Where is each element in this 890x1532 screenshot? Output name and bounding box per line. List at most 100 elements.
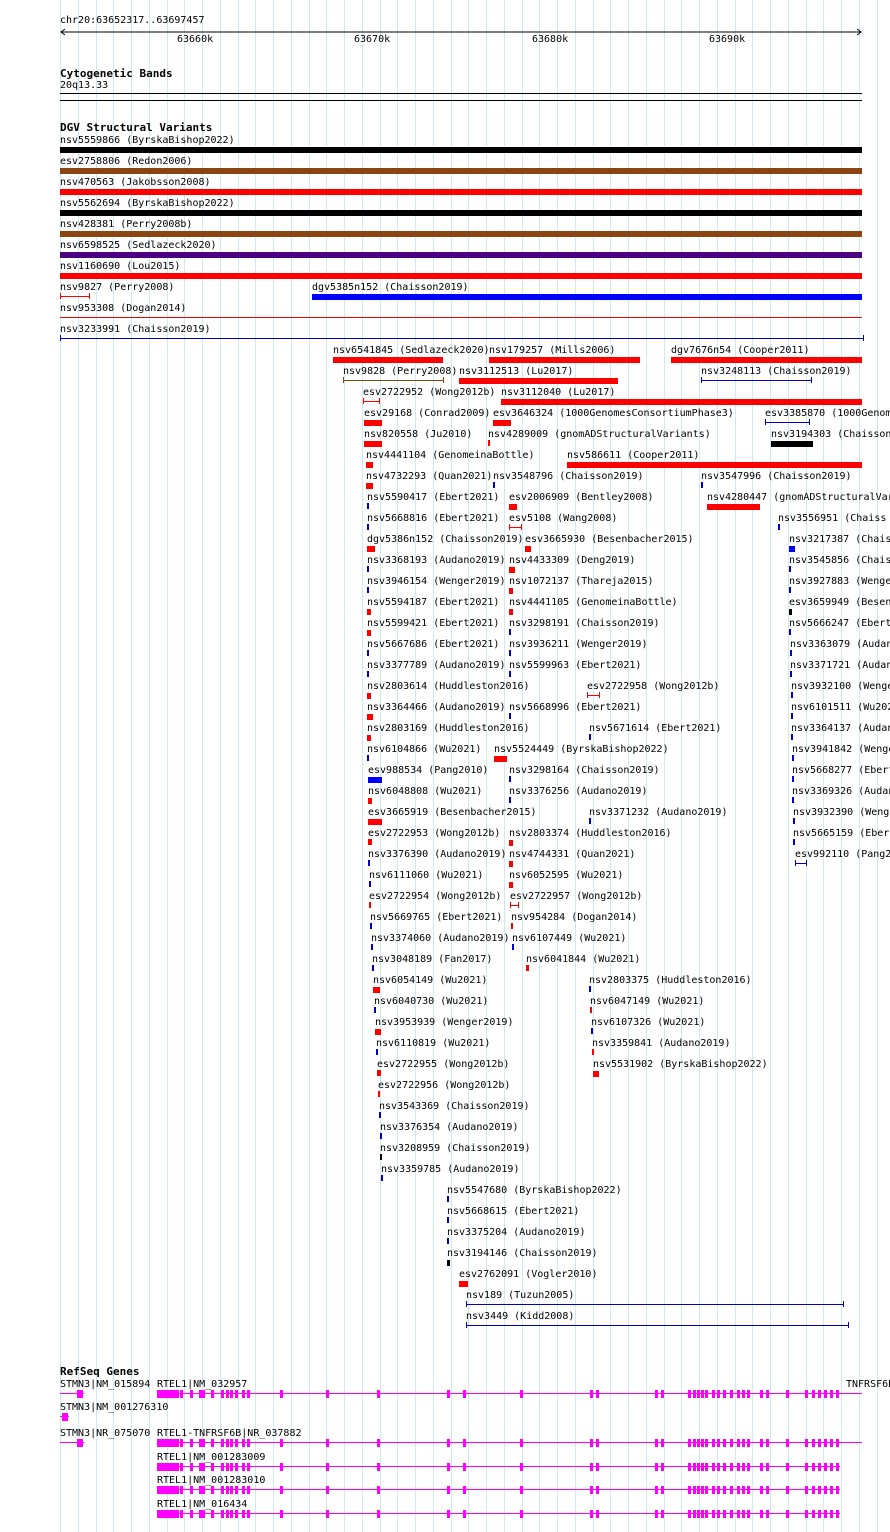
sv-feature[interactable] xyxy=(590,1007,592,1013)
sv-label[interactable]: nsv4289009 (gnomADStructuralVariants) xyxy=(488,429,711,440)
sv-label[interactable]: nsv3375204 (Audano2019) xyxy=(447,1227,585,1238)
sv-label[interactable]: nsv3545856 (Chais xyxy=(789,555,890,566)
sv-label[interactable]: nsv9827 (Perry2008) xyxy=(60,282,174,293)
sv-label[interactable]: nsv3248113 (Chaisson2019) xyxy=(701,366,852,377)
sv-label[interactable]: esv2722955 (Wong2012b) xyxy=(377,1059,509,1070)
sv-feature[interactable] xyxy=(489,357,640,363)
sv-feature[interactable] xyxy=(589,734,591,740)
sv-feature[interactable] xyxy=(510,902,519,908)
gene-label[interactable]: RTEL1|NM_016434 xyxy=(157,1499,247,1510)
sv-feature[interactable] xyxy=(368,819,382,825)
sv-label[interactable]: nsv5594187 (Ebert2021) xyxy=(367,597,499,608)
sv-feature[interactable] xyxy=(371,944,373,950)
sv-feature[interactable] xyxy=(60,231,862,237)
sv-feature[interactable] xyxy=(509,882,513,888)
sv-feature[interactable] xyxy=(367,630,371,636)
gene-label[interactable]: RTEL1|NM_001283010 xyxy=(157,1475,265,1486)
sv-feature[interactable] xyxy=(367,755,369,761)
sv-label[interactable]: nsv6040730 (Wu2021) xyxy=(374,996,488,1007)
sv-feature[interactable] xyxy=(587,692,600,698)
sv-label[interactable]: nsv6052595 (Wu2021) xyxy=(509,870,623,881)
track-title-dgv[interactable]: DGV Structural Variants xyxy=(60,122,212,134)
sv-label[interactable]: esv992110 (Pang2 xyxy=(795,849,890,860)
sv-feature[interactable] xyxy=(509,629,511,635)
sv-feature[interactable] xyxy=(795,860,807,866)
sv-label[interactable]: esv2722952 (Wong2012b) xyxy=(363,387,495,398)
sv-label[interactable]: nsv2803169 (Huddleston2016) xyxy=(367,723,530,734)
sv-label[interactable]: nsv6048808 (Wu2021) xyxy=(368,786,482,797)
sv-label[interactable]: nsv5524449 (ByrskaBishop2022) xyxy=(494,744,669,755)
sv-feature[interactable] xyxy=(459,378,618,384)
sv-feature[interactable] xyxy=(367,671,369,677)
sv-label[interactable]: nsv5599421 (Ebert2021) xyxy=(367,618,499,629)
sv-feature[interactable] xyxy=(60,252,862,258)
sv-label[interactable]: nsv6041844 (Wu2021) xyxy=(526,954,640,965)
sv-feature[interactable] xyxy=(312,294,862,300)
sv-label[interactable]: nsv179257 (Mills2006) xyxy=(489,345,615,356)
sv-feature[interactable] xyxy=(373,987,380,993)
sv-label[interactable]: nsv3298164 (Chaisson2019) xyxy=(509,765,660,776)
sv-label[interactable]: nsv3932390 (Wenge xyxy=(793,807,890,818)
sv-feature[interactable] xyxy=(366,483,373,489)
sv-label[interactable]: nsv6107449 (Wu2021) xyxy=(512,933,626,944)
sv-feature[interactable] xyxy=(374,1007,376,1013)
sv-label[interactable]: esv29168 (Conrad2009) xyxy=(364,408,490,419)
sv-feature[interactable] xyxy=(369,881,371,887)
genome-browser-viewport[interactable]: chr20:63652317..63697457 63660k 63670k 6… xyxy=(0,0,890,1532)
sv-feature[interactable] xyxy=(509,567,515,573)
sv-feature[interactable] xyxy=(367,503,369,509)
sv-feature[interactable] xyxy=(792,797,794,803)
sv-label[interactable]: nsv6047149 (Wu2021) xyxy=(590,996,704,1007)
sv-label[interactable]: nsv3371232 (Audano2019) xyxy=(589,807,727,818)
sv-label[interactable]: esv5108 (Wang2008) xyxy=(509,513,617,524)
sv-label[interactable]: nsv6598525 (Sedlazeck2020) xyxy=(60,240,217,251)
sv-feature[interactable] xyxy=(791,713,793,719)
sv-label[interactable]: nsv5547680 (ByrskaBishop2022) xyxy=(447,1185,622,1196)
sv-feature[interactable] xyxy=(525,546,531,552)
sv-label[interactable]: nsv5559866 (ByrskaBishop2022) xyxy=(60,135,235,146)
sv-label[interactable]: esv3665919 (Besenbacher2015) xyxy=(368,807,537,818)
sv-feature[interactable] xyxy=(494,756,507,762)
sv-label[interactable]: nsv3376390 (Audano2019) xyxy=(368,849,506,860)
sv-feature[interactable] xyxy=(60,273,862,279)
sv-feature[interactable] xyxy=(380,1154,382,1160)
sv-feature[interactable] xyxy=(509,861,513,867)
sv-label[interactable]: nsv5667686 (Ebert2021) xyxy=(367,639,499,650)
sv-label[interactable]: nsv428381 (Perry2008b) xyxy=(60,219,192,230)
sv-feature[interactable] xyxy=(447,1260,450,1266)
sv-feature[interactable] xyxy=(707,504,760,510)
sv-label[interactable]: nsv3217387 (Chais xyxy=(789,534,890,545)
sv-feature[interactable] xyxy=(509,524,522,530)
gene-label[interactable]: RTEL1-TNFRSF6B|NR_037882 xyxy=(157,1428,302,1439)
sv-label[interactable]: nsv189 (Tuzun2005) xyxy=(466,1290,574,1301)
sv-feature[interactable] xyxy=(789,566,791,572)
sv-feature[interactable] xyxy=(509,776,511,782)
sv-label[interactable]: nsv3932100 (Wenge xyxy=(791,681,890,692)
sv-feature[interactable] xyxy=(701,482,703,488)
sv-label[interactable]: nsv3112513 (Lu2017) xyxy=(459,366,573,377)
sv-feature[interactable] xyxy=(591,1028,593,1034)
sv-feature[interactable] xyxy=(60,189,862,195)
gene-label[interactable]: STMN3|NR_075070 xyxy=(60,1428,150,1439)
sv-feature[interactable] xyxy=(367,693,371,699)
sv-label[interactable]: nsv5666247 (Ebert xyxy=(789,618,890,629)
sv-label[interactable]: nsv1072137 (Thareja2015) xyxy=(509,576,654,587)
sv-feature[interactable] xyxy=(372,965,374,971)
sv-feature[interactable] xyxy=(60,147,862,153)
sv-label[interactable]: nsv6107326 (Wu2021) xyxy=(591,1017,705,1028)
sv-label[interactable]: nsv5562694 (ByrskaBishop2022) xyxy=(60,198,235,209)
sv-feature[interactable] xyxy=(589,818,591,824)
sv-label[interactable]: esv2762091 (Vogler2010) xyxy=(459,1269,597,1280)
sv-feature[interactable] xyxy=(370,923,372,929)
sv-feature[interactable] xyxy=(567,462,862,468)
sv-feature[interactable] xyxy=(509,609,513,615)
sv-feature[interactable] xyxy=(790,650,792,656)
sv-feature[interactable] xyxy=(509,588,513,594)
sv-label[interactable]: nsv3376256 (Audano2019) xyxy=(509,786,647,797)
sv-label[interactable]: nsv470563 (Jakobsson2008) xyxy=(60,177,211,188)
sv-feature[interactable] xyxy=(368,839,372,845)
sv-feature[interactable] xyxy=(60,317,862,318)
sv-feature[interactable] xyxy=(589,986,591,992)
sv-label[interactable]: nsv3359785 (Audano2019) xyxy=(381,1164,519,1175)
sv-label[interactable]: esv3665930 (Besenbacher2015) xyxy=(525,534,694,545)
